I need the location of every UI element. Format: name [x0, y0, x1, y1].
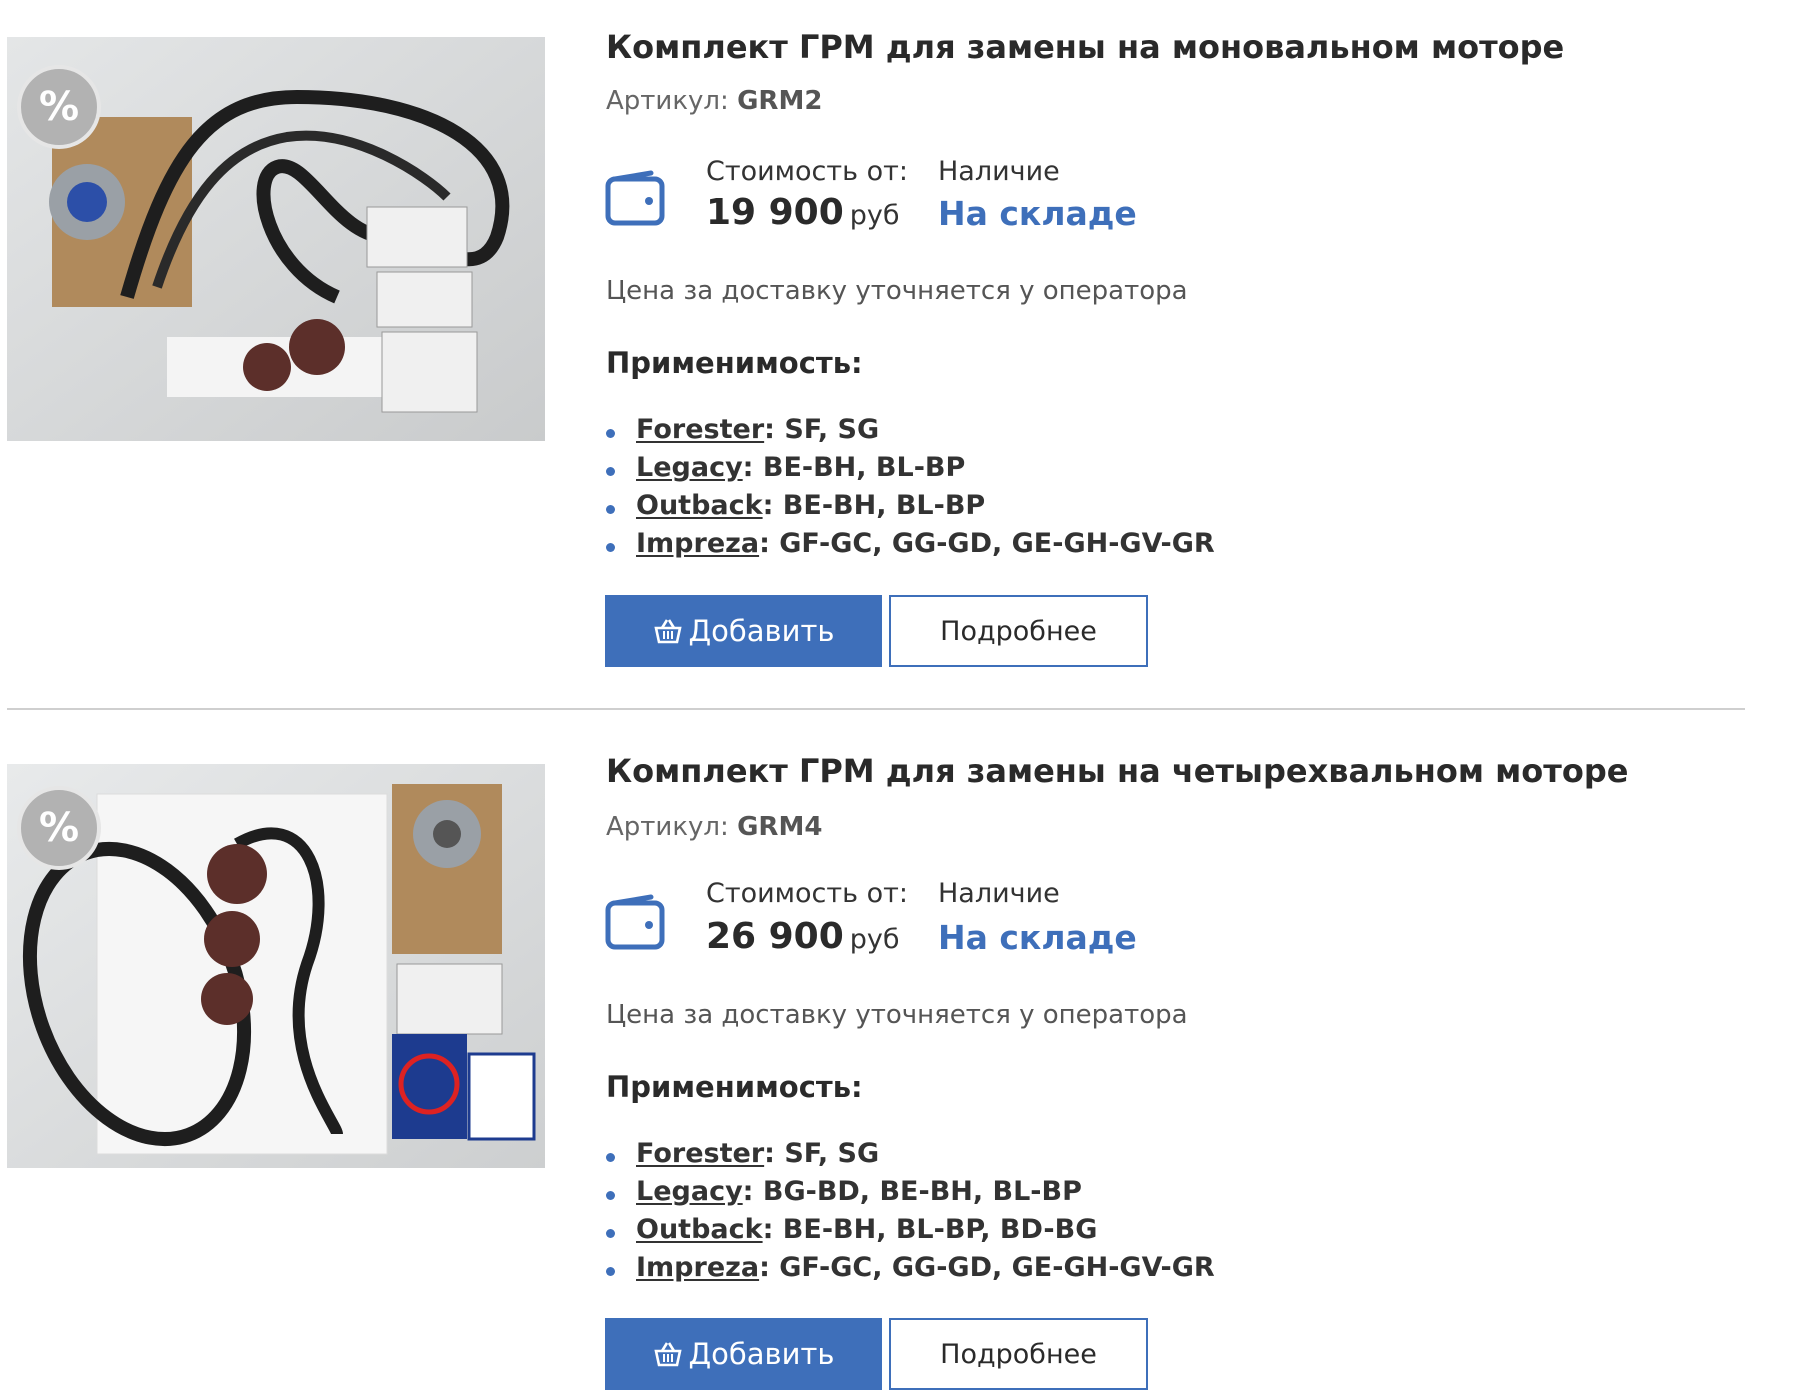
price: 26 900 руб [706, 916, 900, 957]
discount-badge: % [17, 786, 101, 870]
applicability-title: Применимость: [606, 346, 863, 380]
product-card: % Комплект ГРМ для замены на четырехваль… [0, 726, 1816, 1398]
price-label: Стоимость от: [706, 156, 908, 187]
add-to-cart-button[interactable]: Добавить [605, 1318, 882, 1390]
product-sku: Артикул: GRM4 [606, 812, 823, 842]
applicability-item: Outback: BE-BH, BL-BP, BD-BG [606, 1214, 1215, 1252]
product-card: % Комплект ГРМ для замены на моновальном… [0, 0, 1816, 706]
price: 19 900 руб [706, 192, 900, 233]
divider [7, 708, 1745, 710]
applicability-list: Forester: SF, SG Legacy: BG-BD, BE-BH, B… [606, 1138, 1215, 1290]
delivery-note: Цена за доставку уточняется у оператора [606, 276, 1188, 306]
details-button[interactable]: Подробнее [889, 595, 1148, 667]
applicability-item: Outback: BE-BH, BL-BP [606, 490, 1215, 528]
model-link[interactable]: Forester [636, 1138, 764, 1169]
applicability-item: Forester: SF, SG [606, 414, 1215, 452]
wallet-icon [605, 894, 665, 950]
details-button[interactable]: Подробнее [889, 1318, 1148, 1390]
stock-label: Наличие [938, 878, 1060, 909]
stock-status: На складе [938, 194, 1137, 233]
basket-icon [653, 619, 682, 644]
applicability-item: Legacy: BG-BD, BE-BH, BL-BP [606, 1176, 1215, 1214]
model-link[interactable]: Outback [636, 490, 763, 521]
model-link[interactable]: Impreza [636, 1252, 759, 1283]
product-photo[interactable]: % [7, 764, 545, 1168]
applicability-item: Legacy: BE-BH, BL-BP [606, 452, 1215, 490]
wallet-icon [605, 170, 665, 226]
applicability-title: Применимость: [606, 1070, 863, 1104]
stock-label: Наличие [938, 156, 1060, 187]
applicability-item: Impreza: GF-GC, GG-GD, GE-GH-GV-GR [606, 528, 1215, 566]
basket-icon [653, 1342, 682, 1367]
applicability-item: Impreza: GF-GC, GG-GD, GE-GH-GV-GR [606, 1252, 1215, 1290]
model-link[interactable]: Outback [636, 1214, 763, 1245]
model-link[interactable]: Legacy [636, 452, 743, 483]
model-link[interactable]: Impreza [636, 528, 759, 559]
product-photo[interactable]: % [7, 37, 545, 441]
applicability-list: Forester: SF, SG Legacy: BE-BH, BL-BP Ou… [606, 414, 1215, 566]
discount-badge: % [17, 65, 101, 149]
model-link[interactable]: Legacy [636, 1176, 743, 1207]
model-link[interactable]: Forester [636, 414, 764, 445]
delivery-note: Цена за доставку уточняется у оператора [606, 1000, 1188, 1030]
product-title[interactable]: Комплект ГРМ для замены на четырехвально… [606, 752, 1628, 790]
percent-icon: % [38, 805, 80, 851]
product-sku: Артикул: GRM2 [606, 86, 823, 116]
price-label: Стоимость от: [706, 878, 908, 909]
add-to-cart-button[interactable]: Добавить [605, 595, 882, 667]
applicability-item: Forester: SF, SG [606, 1138, 1215, 1176]
percent-icon: % [38, 84, 80, 130]
product-title[interactable]: Комплект ГРМ для замены на моновальном м… [606, 28, 1564, 66]
stock-status: На складе [938, 918, 1137, 957]
